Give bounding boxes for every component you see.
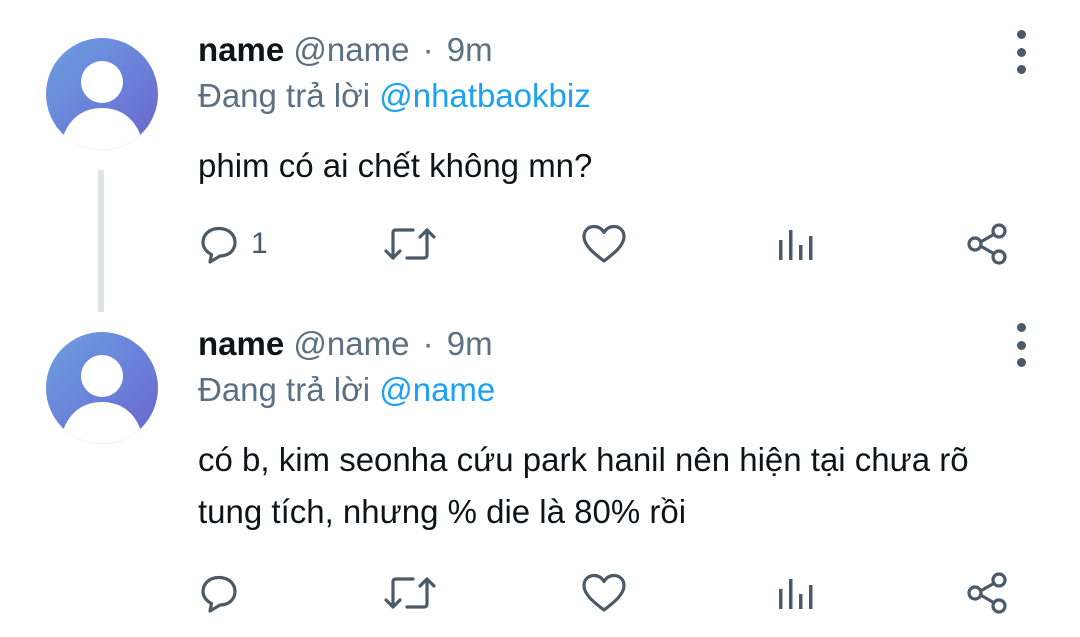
more-options-button[interactable]	[1006, 323, 1036, 367]
display-name[interactable]: name	[198, 325, 284, 362]
reply-button[interactable]: 1	[199, 221, 268, 267]
analytics-icon	[779, 579, 813, 609]
tweet-text: có b, kim seonha cứu park hanil nên hiện…	[198, 441, 969, 530]
like-button[interactable]	[580, 221, 628, 267]
mention-link[interactable]: @name	[379, 371, 495, 408]
user-handle[interactable]: @name	[293, 325, 409, 362]
avatar[interactable]	[46, 38, 158, 150]
avatar-icon	[60, 61, 144, 150]
reply-button[interactable]	[199, 570, 251, 616]
analytics-icon	[779, 230, 813, 260]
analytics-button[interactable]	[776, 570, 816, 616]
analytics-button[interactable]	[776, 221, 816, 267]
tweet-header: name @name · 9m	[198, 28, 493, 72]
like-icon	[582, 573, 626, 612]
reply-icon	[201, 226, 237, 264]
reply-icon	[201, 575, 237, 613]
share-icon	[967, 572, 1007, 614]
more-options-button[interactable]	[1006, 30, 1036, 74]
replying-to-label: Đang trả lời	[198, 77, 371, 114]
reply-count: 1	[251, 227, 268, 260]
tweet-header: name @name · 9m	[198, 322, 493, 366]
tweet[interactable]: name @name · 9m Đang trả lời @nhatbaokbi…	[0, 0, 1080, 312]
tweet[interactable]: name @name · 9m Đang trả lời @name có b,…	[0, 300, 1080, 637]
like-button[interactable]	[580, 570, 628, 616]
separator-dot: ·	[422, 325, 434, 362]
retweet-icon	[384, 577, 436, 609]
avatar-icon	[60, 355, 144, 444]
display-name[interactable]: name	[198, 31, 284, 68]
action-bar: 1	[0, 221, 1080, 267]
replying-to: Đang trả lời @nhatbaokbiz	[198, 76, 591, 116]
retweet-button[interactable]	[383, 221, 437, 267]
like-icon	[582, 224, 626, 263]
avatar[interactable]	[46, 332, 158, 444]
replying-to: Đang trả lời @name	[198, 370, 495, 410]
replying-to-label: Đang trả lời	[198, 371, 371, 408]
separator-dot: ·	[422, 31, 434, 68]
user-handle[interactable]: @name	[293, 31, 409, 68]
timestamp[interactable]: 9m	[447, 325, 493, 362]
share-icon	[967, 223, 1007, 265]
action-bar	[0, 570, 1080, 616]
more-vertical-icon	[1016, 323, 1026, 332]
timestamp[interactable]: 9m	[447, 31, 493, 68]
more-vertical-icon	[1016, 30, 1026, 39]
share-button[interactable]	[966, 570, 1010, 616]
retweet-button[interactable]	[383, 570, 437, 616]
share-button[interactable]	[966, 221, 1010, 267]
tweet-text: phim có ai chết không mn?	[198, 147, 593, 184]
mention-link[interactable]: @nhatbaokbiz	[379, 77, 590, 114]
retweet-icon	[384, 228, 436, 260]
